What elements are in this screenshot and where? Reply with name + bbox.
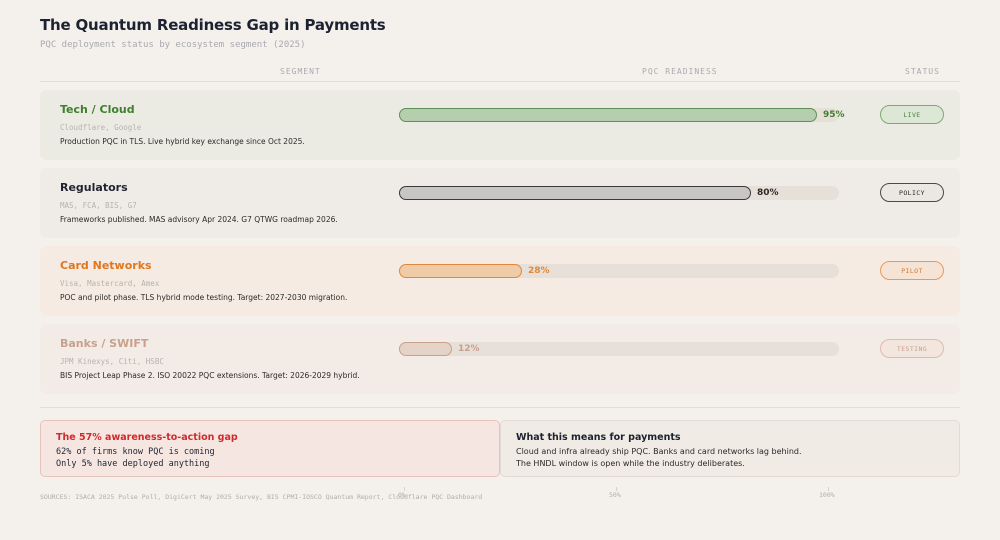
segment-row: Tech / Cloud Cloudflare, Google Production… [40, 90, 960, 160]
segment-orgs: MAS, FCA, BIS, G7 [60, 201, 137, 210]
gap-callout-title: The 57% awareness-to-action gap [56, 432, 238, 443]
meaning-callout-line-1: Cloud and infra already ship PQC. Banks … [516, 447, 802, 456]
column-header-status: STATUS [905, 67, 940, 76]
meaning-callout-line-2: The HNDL window is open while the indust… [516, 459, 745, 468]
segment-description: Frameworks published. MAS advisory Apr 2… [60, 215, 338, 224]
meaning-callout-card: What this means for payments Cloud and i… [500, 420, 960, 477]
segment-name: Tech / Cloud [60, 103, 135, 116]
gap-callout-card: The 57% awareness-to-action gap 62% of f… [40, 420, 500, 477]
segment-row: Regulators MAS, FCA, BIS, G7 Frameworks pu… [40, 168, 960, 238]
meaning-callout-title: What this means for payments [516, 432, 681, 443]
segment-row: Banks / SWIFT JPM Kinexys, Citi, HSBC BIS … [40, 324, 960, 394]
segment-name: Banks / SWIFT [60, 337, 149, 350]
readiness-bar [399, 186, 751, 200]
readiness-value-label: 95% [823, 110, 845, 120]
segment-description: Production PQC in TLS. Live hybrid key e… [60, 137, 305, 146]
status-badge: TESTING [880, 339, 944, 358]
segment-description: BIS Project Leap Phase 2. ISO 20022 PQC … [60, 371, 360, 380]
chart-title: The Quantum Readiness Gap in Payments [40, 16, 386, 34]
column-header-readiness: PQC READINESS [642, 67, 718, 76]
readiness-value-label: 12% [458, 344, 480, 354]
readiness-bar [399, 108, 817, 122]
readiness-track [399, 264, 839, 278]
readiness-bar [399, 342, 452, 356]
segment-orgs: JPM Kinexys, Citi, HSBC [60, 357, 164, 366]
segment-row: Card Networks Visa, Mastercard, Amex POC a… [40, 246, 960, 316]
readiness-bar [399, 264, 522, 278]
segment-orgs: Visa, Mastercard, Amex [60, 279, 160, 288]
column-header-segment: SEGMENT [280, 67, 321, 76]
axis-tick-label-0: 0% [398, 491, 406, 499]
status-badge: LIVE [880, 105, 944, 124]
status-badge: PILOT [880, 261, 944, 280]
axis-tick-label-100: 100% [819, 491, 835, 499]
gap-callout-line-1: 62% of firms know PQC is coming [56, 447, 215, 457]
readiness-value-label: 28% [528, 266, 550, 276]
header-divider [40, 81, 960, 82]
readiness-value-label: 80% [757, 188, 779, 198]
segment-description: POC and pilot phase. TLS hybrid mode tes… [60, 293, 348, 302]
sources-footnote: SOURCES: ISACA 2025 Pulse Poll, DigiCert… [40, 493, 483, 501]
segment-name: Card Networks [60, 259, 152, 272]
chart-subtitle: PQC deployment status by ecosystem segme… [40, 40, 306, 50]
status-badge: POLICY [880, 183, 944, 202]
segment-name: Regulators [60, 181, 128, 194]
segment-orgs: Cloudflare, Google [60, 123, 142, 132]
footer-divider [40, 407, 960, 408]
readiness-track [399, 108, 839, 122]
axis-tick-label-50: 50% [609, 491, 621, 499]
gap-callout-line-2: Only 5% have deployed anything [56, 459, 210, 469]
